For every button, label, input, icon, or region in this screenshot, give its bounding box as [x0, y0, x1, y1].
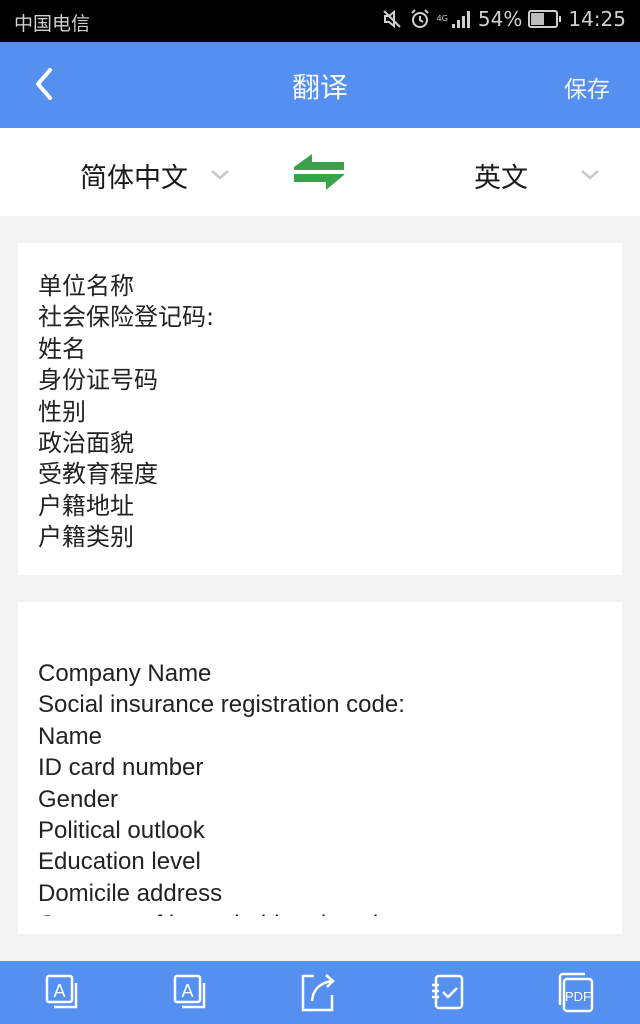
swap-arrows-icon [290, 154, 348, 198]
share-button[interactable] [298, 971, 342, 1015]
translation-line: Political outlook [38, 817, 205, 845]
clock: 14:25 [568, 7, 626, 31]
translation-line: Name [38, 722, 103, 750]
source-line: 身份证号码 [38, 366, 158, 395]
svg-text:A: A [181, 981, 193, 1001]
source-line: 社会保险登记码: [38, 303, 215, 332]
source-language-label: 简体中文 [80, 163, 188, 194]
chevron-left-icon [28, 68, 64, 108]
source-line: 户籍地址 [38, 491, 134, 520]
mute-icon [381, 8, 403, 30]
translation-scroll-region[interactable]: Company Name Social insurance registrati… [38, 658, 602, 916]
target-language-selector[interactable]: 英文 [474, 156, 600, 195]
translation-line: Gender [38, 785, 119, 813]
translation-line: Category of household registration [38, 909, 602, 916]
target-language-label: 英文 [474, 163, 528, 194]
source-line: 性别 [38, 397, 86, 426]
chevron-down-icon [210, 166, 230, 185]
translation-line: ID card number [38, 754, 204, 782]
copy-translation-button[interactable]: A [170, 971, 214, 1015]
translation-result-area[interactable]: Company Name Social insurance registrati… [18, 602, 622, 934]
copy-source-button[interactable]: A [42, 971, 86, 1015]
svg-text:PDF: PDF [565, 989, 591, 1004]
bottom-toolbar: A A PDF [0, 961, 640, 1024]
alarm-icon [409, 8, 431, 30]
copy-source-text-icon: A [42, 974, 86, 1019]
status-icons: 4G 54% 14:25 [381, 7, 626, 31]
source-line: 户籍类别 [38, 523, 134, 552]
source-line: 姓名 [38, 334, 86, 363]
copy-translation-icon: A [170, 974, 214, 1019]
source-language-selector[interactable]: 简体中文 [80, 156, 230, 195]
translation-line: Domicile address [38, 879, 223, 907]
share-icon [298, 974, 342, 1019]
translation-line: Social insurance registration code: [38, 691, 405, 719]
source-text-area[interactable]: 单位名称 社会保险登记码: 姓名 身份证号码 性别 政治面貌 受教育程度 户籍地… [18, 243, 622, 575]
app-bar: 翻译 保存 [0, 42, 640, 128]
network-type-label: 4G [436, 14, 448, 23]
source-line: 受教育程度 [38, 460, 158, 489]
chevron-down-icon [580, 166, 600, 185]
status-bar: 中国电信 4G 54% 14:25 [0, 0, 640, 42]
notebook-button[interactable] [426, 971, 470, 1015]
page-title: 翻译 [291, 71, 348, 104]
back-button[interactable] [28, 64, 64, 104]
battery-icon [528, 9, 562, 29]
source-line: 政治面貌 [38, 429, 134, 458]
translation-line: Education level [38, 848, 201, 876]
swap-languages-button[interactable] [290, 150, 348, 194]
source-line: 单位名称 [38, 272, 134, 300]
translation-line: Company Name [38, 660, 212, 687]
signal-icon [450, 8, 472, 30]
notebook-check-icon [426, 974, 470, 1019]
save-button[interactable]: 保存 [564, 70, 610, 104]
pdf-icon: PDF [554, 972, 598, 1019]
language-bar: 简体中文 英文 [0, 128, 640, 216]
carrier-name: 中国电信 [14, 13, 91, 35]
export-pdf-button[interactable]: PDF [554, 971, 598, 1015]
svg-text:A: A [53, 981, 65, 1001]
battery-percent: 54% [477, 7, 523, 31]
